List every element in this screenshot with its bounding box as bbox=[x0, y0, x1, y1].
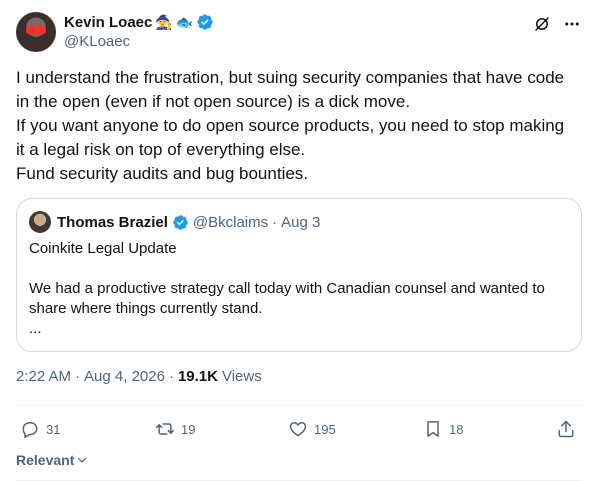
chevron-down-icon bbox=[78, 457, 87, 463]
quoted-line: We had a productive strategy call today … bbox=[29, 280, 545, 317]
quoted-line: Coinkite Legal Update bbox=[29, 240, 177, 257]
sort-label: Relevant bbox=[16, 452, 75, 468]
quoted-line bbox=[29, 259, 569, 279]
tweet-line: I understand the frustration, but suing … bbox=[16, 68, 565, 111]
avatar-laser-eyes bbox=[25, 26, 47, 34]
repost-icon bbox=[155, 423, 175, 435]
tweet-text: I understand the frustration, but suing … bbox=[16, 66, 576, 186]
grok-icon[interactable] bbox=[532, 14, 552, 34]
tweet-time[interactable]: 2:22 AM bbox=[16, 368, 71, 385]
tweet-date[interactable]: Aug 4, 2026 bbox=[84, 368, 165, 385]
heart-icon bbox=[289, 422, 307, 437]
verified-badge-icon bbox=[173, 214, 188, 230]
author-display-name[interactable]: Kevin Loaec bbox=[64, 14, 152, 31]
divider bbox=[16, 404, 582, 405]
more-options-icon[interactable] bbox=[562, 14, 582, 34]
reply-count: 31 bbox=[46, 421, 61, 437]
separator-dot: · bbox=[75, 368, 81, 385]
separator-dot: · bbox=[272, 213, 278, 231]
bookmark-button[interactable]: 18 bbox=[423, 416, 463, 442]
reply-button[interactable]: 31 bbox=[20, 416, 60, 442]
sort-dropdown[interactable]: Relevant bbox=[16, 452, 88, 468]
bookmark-icon bbox=[427, 421, 439, 437]
fish-emoji-icon: 🐟 bbox=[175, 14, 194, 30]
quoted-tweet-body: Coinkite Legal Update We had a productiv… bbox=[29, 239, 569, 339]
like-count: 195 bbox=[314, 421, 336, 437]
reply-icon bbox=[22, 422, 38, 439]
like-button[interactable]: 195 bbox=[288, 416, 336, 442]
repost-button[interactable]: 19 bbox=[155, 416, 195, 442]
quoted-avatar bbox=[29, 211, 51, 233]
avatar[interactable] bbox=[16, 12, 56, 52]
tweet-header: Kevin Loaec 🧙 🐟 @KLoaec bbox=[16, 12, 582, 54]
quoted-tweet-card[interactable]: Thomas Braziel @Bkclaims · Aug 3 Coinkit… bbox=[16, 198, 582, 352]
quoted-display-name: Thomas Braziel bbox=[57, 213, 168, 231]
quoted-tweet-header: Thomas Braziel @Bkclaims · Aug 3 bbox=[29, 211, 320, 233]
quoted-line: ... bbox=[29, 320, 42, 337]
share-button[interactable] bbox=[556, 416, 576, 442]
tweet-meta: 2:22 AM · Aug 4, 2026 · 19.1K Views bbox=[16, 368, 262, 385]
views-count: 19.1K bbox=[177, 368, 218, 385]
quoted-handle: @Bkclaims bbox=[192, 213, 269, 231]
views-label: Views bbox=[221, 368, 262, 385]
bookmark-count: 18 bbox=[449, 421, 464, 437]
header-actions bbox=[532, 14, 582, 34]
author-handle[interactable]: @KLoaec bbox=[64, 33, 130, 50]
tweet-line: If you want anyone to do open source pro… bbox=[16, 116, 565, 159]
repost-count: 19 bbox=[181, 421, 196, 437]
separator-dot: · bbox=[168, 368, 174, 385]
share-icon bbox=[558, 420, 574, 438]
author-name-row: Kevin Loaec 🧙 🐟 bbox=[64, 12, 214, 32]
quoted-date: Aug 3 bbox=[281, 213, 321, 231]
tweet-line: Fund security audits and bug bounties. bbox=[16, 164, 309, 183]
verified-badge-icon bbox=[197, 14, 213, 30]
wizard-emoji-icon: 🧙 bbox=[155, 14, 173, 30]
action-bar: 31 19 195 18 bbox=[16, 416, 582, 442]
